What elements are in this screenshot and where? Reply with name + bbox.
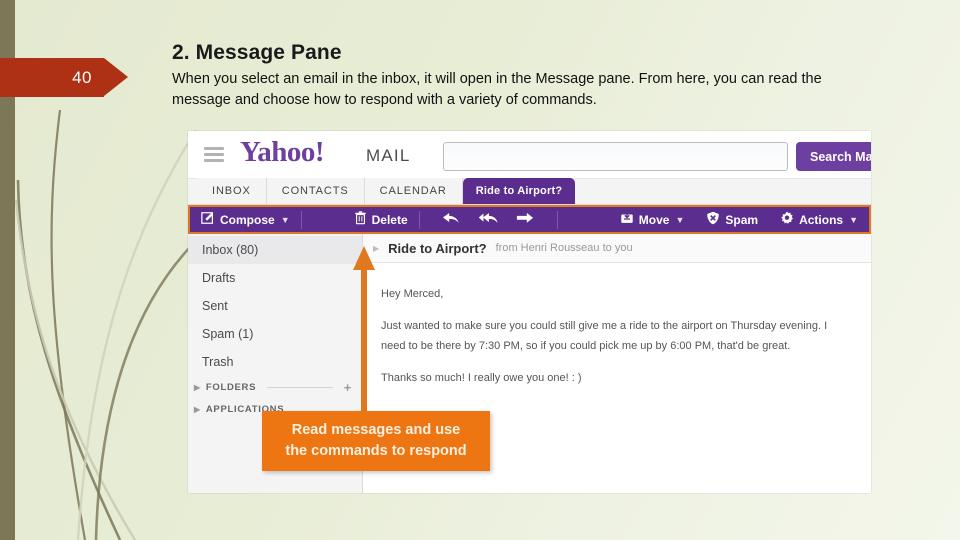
tab-bar: INBOX CONTACTS CALENDAR Ride to Airport? <box>188 178 871 205</box>
mail-logo-suffix: MAIL <box>366 146 411 165</box>
callout-box: Read messages and use the commands to re… <box>262 411 490 471</box>
slide-number-banner: 40 <box>0 58 128 97</box>
tab-ride-to-airport[interactable]: Ride to Airport? <box>462 178 576 204</box>
slide-number: 40 <box>72 67 92 87</box>
page-title: 2. Message Pane <box>172 41 342 64</box>
delete-button[interactable]: Delete <box>302 207 419 232</box>
message-paragraph-2: Thanks so much! I really owe you one! : … <box>381 371 582 384</box>
forward-arrow-icon <box>516 211 534 229</box>
sidebar-item-inbox[interactable]: Inbox (80) <box>188 236 362 264</box>
page-subtitle: When you select an email in the inbox, i… <box>172 71 822 108</box>
spam-label: Spam <box>725 212 759 227</box>
sidebar-item-drafts[interactable]: Drafts <box>188 264 362 292</box>
chevron-right-icon: ▶ <box>194 382 201 392</box>
reply-all-arrow-icon <box>478 211 498 229</box>
message-subject: Ride to Airport? <box>388 240 487 256</box>
forward-button[interactable] <box>507 207 543 232</box>
chevron-down-icon: ▼ <box>280 214 290 225</box>
mail-toolbar: Compose ▼ Delete Move ▼ Spam Actions ▼ <box>188 205 871 234</box>
tab-contacts[interactable]: CONTACTS <box>266 178 365 204</box>
yahoo-logo[interactable]: Yahoo! <box>240 136 325 168</box>
compose-button[interactable]: Compose ▼ <box>190 207 301 232</box>
callout-line-1: Read messages and use <box>291 422 461 439</box>
delete-label: Delete <box>371 212 408 227</box>
message-from-line: from Henri Rousseau to you <box>495 242 633 254</box>
search-mail-button[interactable]: Search Mail <box>796 142 871 171</box>
message-paragraph-1: Just wanted to make sure you could still… <box>381 320 828 352</box>
spam-button[interactable]: Spam <box>695 207 769 232</box>
move-folder-icon <box>620 211 634 228</box>
tab-calendar[interactable]: CALENDAR <box>364 178 463 204</box>
spam-shield-icon <box>706 211 720 228</box>
message-header: ▶ Ride to Airport? from Henri Rousseau t… <box>363 234 871 263</box>
compose-pencil-icon <box>201 211 215 228</box>
banner-arrow-tip <box>104 58 128 96</box>
mail-header: Yahoo! MAIL Search Mail <box>188 131 871 179</box>
chevron-down-icon: ▼ <box>849 214 858 225</box>
sidebar-item-sent[interactable]: Sent <box>188 292 362 320</box>
sidebar-item-spam[interactable]: Spam (1) <box>188 320 362 348</box>
message-body: Hey Merced, Just wanted to make sure you… <box>363 263 871 388</box>
yahoo-logo-text: Yahoo! <box>240 136 325 168</box>
section-rule <box>267 386 333 388</box>
trash-icon <box>354 211 367 228</box>
compose-label: Compose <box>220 212 275 227</box>
hamburger-menu-icon[interactable] <box>204 147 224 162</box>
search-input[interactable] <box>443 142 788 171</box>
chevron-down-icon: ▼ <box>675 214 685 225</box>
move-label: Move <box>638 212 670 227</box>
toolbar-separator <box>556 210 558 229</box>
plus-icon[interactable]: + <box>344 380 352 395</box>
sidebar-section-folders-label: FOLDERS <box>205 381 257 393</box>
tab-inbox[interactable]: INBOX <box>197 178 267 204</box>
actions-label: Actions <box>799 212 844 227</box>
sidebar-section-folders[interactable]: ▶ FOLDERS + <box>188 376 362 398</box>
sidebar-item-trash[interactable]: Trash <box>188 348 362 376</box>
reply-arrow-icon <box>442 211 460 229</box>
reply-button[interactable] <box>420 207 469 232</box>
gear-icon <box>780 211 794 228</box>
message-greeting: Hey Merced, <box>381 288 444 300</box>
actions-button[interactable]: Actions ▼ <box>769 207 869 232</box>
move-button[interactable]: Move ▼ <box>609 207 696 232</box>
chevron-right-icon: ▶ <box>194 404 201 414</box>
callout-line-2: the commands to respond <box>285 443 467 459</box>
reply-all-button[interactable] <box>469 207 507 232</box>
up-arrow-icon <box>353 246 375 421</box>
